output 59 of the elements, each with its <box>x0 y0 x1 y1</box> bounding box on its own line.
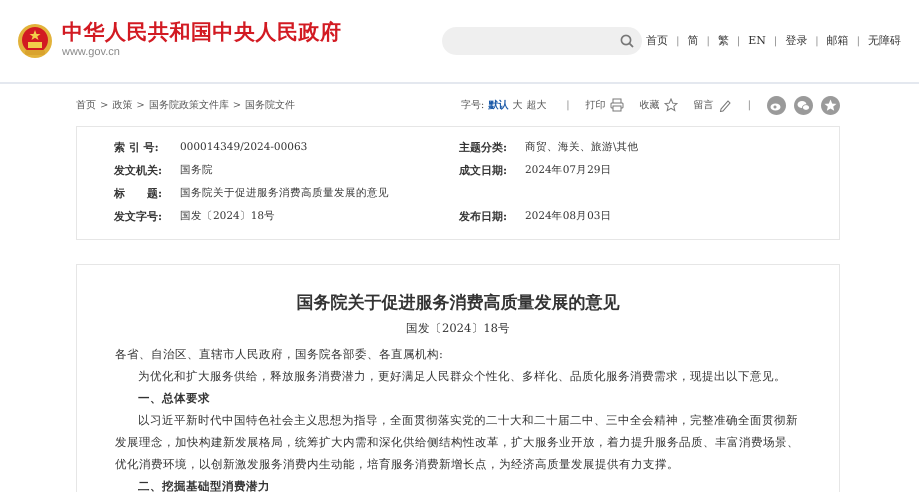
nav-link[interactable]: 简 <box>687 32 698 50</box>
paragraph: 以习近平新时代中国特色社会主义思想为指导，全面贯彻落实党的二十大和二十届二中、三中全会精神，完整准确全面贯彻新发展理念，加快构建新发展格局，统筹扩大内需和深化供给侧结构性改革，扩大服务业开放，着力提升服务品质、丰富消费场景、优化消费环境，以创新激发服务消费内生动能，培育服务消费新增长点，为经济高质量发展提供有力支撑。 <box>115 412 800 472</box>
toolbar-divider: | <box>748 98 751 112</box>
field-label: 索 引 号: <box>114 140 160 156</box>
nav-separator: | <box>815 34 819 48</box>
font-size-option[interactable]: 默认 <box>488 98 508 112</box>
site-title: 中华人民共和国中央人民政府 <box>62 21 342 44</box>
paragraph: 为优化和扩大服务供给，释放服务消费潜力，更好满足人民群众个性化、多样化、品质化服务消费需求，现提出以下意见。 <box>137 368 787 384</box>
nav-link[interactable]: 邮箱 <box>826 32 849 50</box>
breadcrumb-link[interactable]: 首页 <box>76 98 96 112</box>
nav-link[interactable]: 繁 <box>718 32 729 50</box>
star-share-icon[interactable] <box>821 96 840 114</box>
field-value: 2024年07月29日 <box>525 163 612 178</box>
nav-separator: | <box>676 34 680 48</box>
field-value: 国发〔2024〕18号 <box>180 209 276 224</box>
breadcrumb-separator: > <box>136 98 145 112</box>
document-number: 国发〔2024〕18号 <box>405 320 511 336</box>
toolbar-action[interactable]: 打印 <box>586 98 624 112</box>
field-label: 发布日期: <box>459 209 508 226</box>
field-value: 国务院 <box>180 163 213 178</box>
nav-separator: | <box>774 34 778 48</box>
field-label: 成文日期: <box>459 163 508 180</box>
field-label: 发文字号: <box>114 209 164 226</box>
breadcrumb-separator: > <box>232 98 242 112</box>
field-value: 商贸、海关、旅游\其他 <box>525 140 639 156</box>
nav-link[interactable]: 首页 <box>646 32 668 50</box>
section-heading: 一、总体要求 <box>137 390 211 406</box>
toolbar-divider: | <box>566 98 570 112</box>
section-heading: 二、挖掘基础型消费潜力 <box>137 478 271 492</box>
nav-link[interactable]: EN <box>748 32 766 50</box>
nav-link[interactable]: 无障碍 <box>868 32 901 50</box>
breadcrumb-link[interactable]: 国务院政策文件库 <box>148 98 229 112</box>
font-size-option[interactable]: 超大 <box>526 98 546 112</box>
field-label: 发文机关: <box>114 163 164 180</box>
field-label: 标 题: <box>114 186 164 202</box>
pencil-icon <box>718 98 732 112</box>
breadcrumb-link[interactable]: 政策 <box>112 98 132 112</box>
font-size-label: 字号: <box>460 98 484 112</box>
field-label: 主题分类: <box>459 140 508 156</box>
salutation: 各省、自治区、直辖市人民政府，国务院各部委、各直属机构: <box>115 346 444 362</box>
field-value: 国务院关于促进服务消费高质量发展的意见 <box>180 186 389 202</box>
nav-separator: | <box>856 34 860 48</box>
nav-separator: | <box>736 34 740 48</box>
printer-icon <box>610 98 624 112</box>
article-title: 国务院关于促进服务消费高质量发展的意见 <box>296 292 620 315</box>
breadcrumb-separator: > <box>100 98 108 112</box>
star-icon <box>664 98 678 112</box>
field-value: 000014349/2024-00063 <box>180 140 308 156</box>
search-icon <box>620 34 634 48</box>
field-value: 2024年08月03日 <box>525 209 612 224</box>
font-size-option[interactable]: 大 <box>512 98 522 112</box>
breadcrumb-link[interactable]: 国务院文件 <box>245 98 296 112</box>
national-emblem-icon <box>16 22 54 60</box>
site-url: www.gov.cn <box>62 45 121 60</box>
search-field[interactable] <box>442 27 642 55</box>
nav-link[interactable]: 登录 <box>785 32 808 50</box>
nav-separator: | <box>706 34 710 48</box>
toolbar-action[interactable]: 留言 <box>694 98 732 112</box>
toolbar-action[interactable]: 收藏 <box>640 98 678 112</box>
